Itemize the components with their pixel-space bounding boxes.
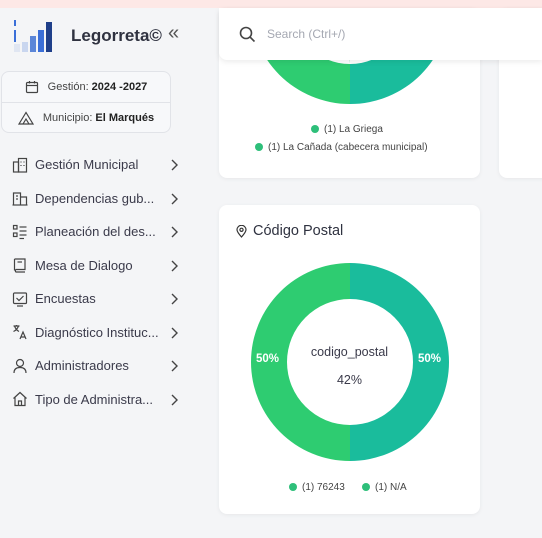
municipio-row: Municipio: El Marqués — [2, 102, 170, 132]
sidebar: Legorreta© « Gestión: 2024 -2027 Municip… — [0, 8, 205, 538]
legend-dot-icon — [289, 483, 297, 491]
legend-label: (1) La Cañada (cabecera municipal) — [268, 142, 428, 153]
gestion-label: Gestión: — [47, 81, 89, 93]
menu-label: Encuestas — [35, 291, 96, 307]
chevron-right-icon — [171, 260, 178, 271]
chevron-right-icon — [171, 394, 178, 405]
translate-icon — [13, 325, 27, 340]
app-name: Legorreta© — [71, 26, 162, 45]
search-icon — [239, 26, 256, 42]
chevron-right-icon — [171, 159, 178, 171]
menu-label: Mesa de Dialogo — [35, 257, 133, 273]
brand[interactable]: Legorreta© — [12, 18, 162, 54]
building-grid-icon — [12, 157, 28, 173]
menu-label: Diagnóstico Instituc... — [35, 324, 159, 340]
donut-center-value: 42% — [336, 373, 363, 387]
bar-chart-logo-icon — [12, 18, 60, 54]
legend-dot-icon — [362, 483, 370, 491]
legend-label: (1) N/A — [375, 482, 407, 493]
menu-item-encuestas[interactable]: Encuestas — [0, 282, 205, 316]
legend-item[interactable]: (1) La Cañada (cabecera municipal) — [255, 142, 428, 153]
slice-label-right: 50% — [418, 353, 442, 365]
chevron-right-icon — [171, 226, 178, 238]
search-input[interactable]: Search (Ctrl+/) — [267, 27, 345, 41]
menu-label: Dependencias gub... — [35, 190, 155, 206]
menu-label: Gestión Municipal — [35, 157, 139, 173]
chevron-right-icon — [171, 293, 178, 305]
gestion-row: Gestión: 2024 -2027 — [2, 72, 170, 102]
collapse-sidebar-icon[interactable]: « — [168, 23, 179, 43]
book-icon — [13, 258, 26, 273]
legend-item[interactable]: (1) La Griega — [311, 124, 383, 135]
menu-item-planeacion[interactable]: Planeación del des... — [0, 215, 205, 249]
menu-item-mesa-dialogo[interactable]: Mesa de Dialogo — [0, 249, 205, 283]
checklist-icon — [12, 224, 27, 239]
sidebar-menu: Gestión Municipal Dependencias gub... Pl… — [0, 148, 205, 416]
chevron-right-icon — [171, 327, 178, 338]
gestion-value: 2024 -2027 — [91, 81, 148, 93]
municipio-value: El Marqués — [95, 111, 155, 124]
mountain-icon — [17, 110, 34, 125]
menu-item-administradores[interactable]: Administradores — [0, 349, 205, 383]
legend-dot-icon — [311, 125, 319, 133]
menu-label: Planeación del des... — [35, 224, 156, 240]
codigo-postal-card: Código Postal codigo_postal 42% 50% 50% … — [219, 205, 480, 514]
top-banner-strip — [0, 0, 542, 8]
legend-label: (1) La Griega — [324, 124, 383, 135]
user-icon — [13, 358, 27, 373]
menu-item-tipo-administracion[interactable]: Tipo de Administra... — [0, 383, 205, 417]
municipio-label: Municipio: — [42, 111, 93, 124]
menu-item-diagnostico[interactable]: Diagnóstico Instituc... — [0, 316, 205, 350]
buildings-icon — [12, 192, 28, 206]
survey-check-icon — [12, 292, 28, 307]
menu-item-gestion-municipal[interactable]: Gestión Municipal — [0, 148, 205, 182]
slice-label-left: 50% — [256, 353, 280, 365]
legend-item[interactable]: (1) N/A — [362, 482, 407, 493]
legend-item[interactable]: (1) 76243 — [289, 482, 345, 493]
search-bar[interactable]: Search (Ctrl+/) — [219, 8, 542, 60]
calendar-icon — [25, 81, 38, 94]
home-icon — [13, 391, 27, 407]
chevron-right-icon — [171, 193, 178, 204]
chevron-right-icon — [171, 360, 178, 372]
session-info: Gestión: 2024 -2027 Municipio: El Marqué… — [1, 71, 171, 133]
menu-label: Administradores — [35, 358, 129, 374]
legend-dot-icon — [255, 143, 263, 151]
menu-label: Tipo de Administra... — [35, 391, 154, 407]
legend-label: (1) 76243 — [302, 482, 345, 493]
menu-item-dependencias[interactable]: Dependencias gub... — [0, 182, 205, 216]
